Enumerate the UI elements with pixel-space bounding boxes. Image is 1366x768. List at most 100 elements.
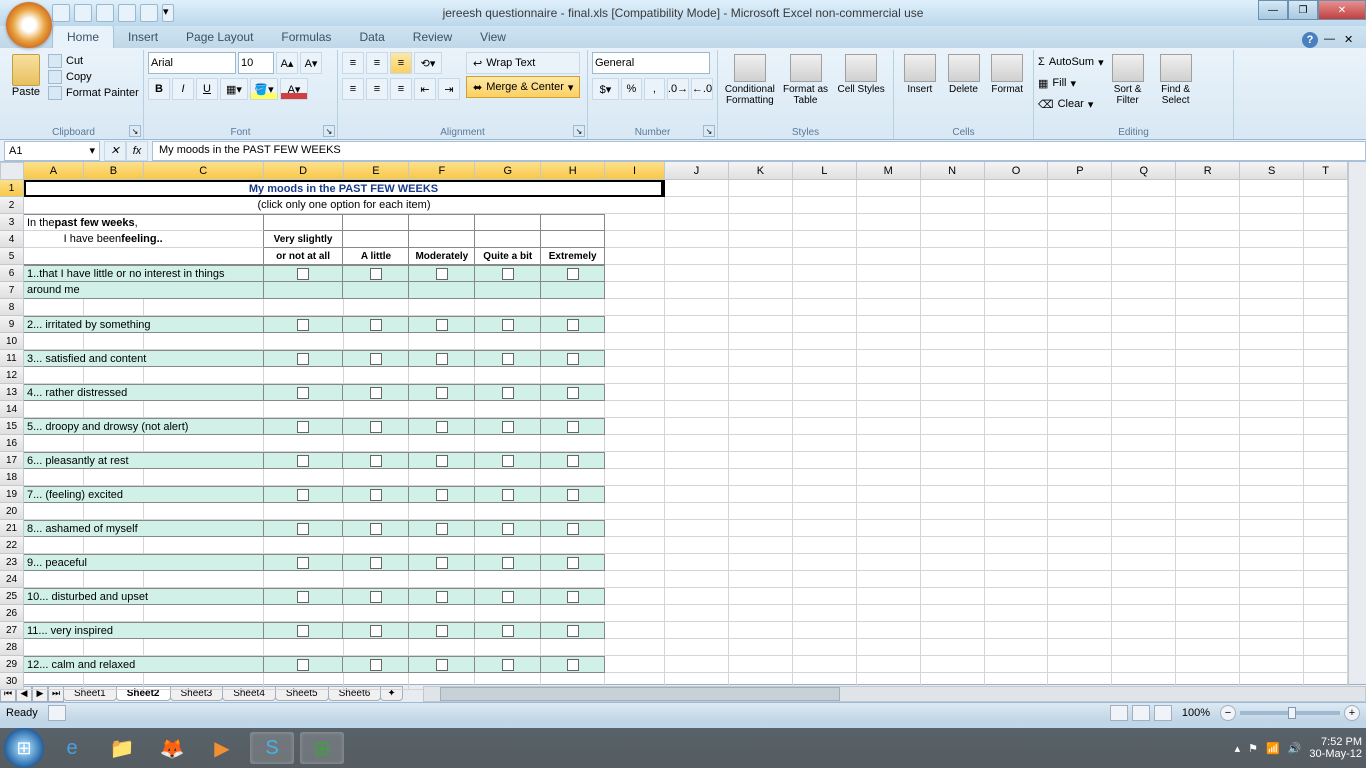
- sort-filter-button[interactable]: Sort & Filter: [1104, 52, 1152, 125]
- row-header[interactable]: 9: [0, 316, 24, 333]
- network-icon[interactable]: 📶: [1266, 742, 1280, 755]
- empty-cell[interactable]: [605, 435, 665, 452]
- zoom-slider[interactable]: [1240, 711, 1340, 715]
- option-cell[interactable]: [264, 265, 344, 282]
- empty-cell[interactable]: [1304, 248, 1348, 265]
- question-cell[interactable]: 4... rather distressed: [24, 384, 264, 401]
- format-painter-button[interactable]: Format Painter: [48, 86, 139, 100]
- empty-cell[interactable]: [793, 639, 857, 656]
- print-icon[interactable]: [118, 4, 136, 22]
- empty-cell[interactable]: [793, 588, 857, 605]
- empty-cell[interactable]: [921, 231, 985, 248]
- empty-cell[interactable]: [1048, 299, 1112, 316]
- empty-cell[interactable]: [475, 333, 541, 350]
- indent-inc-button[interactable]: ⇥: [438, 78, 460, 100]
- empty-cell[interactable]: [729, 554, 793, 571]
- empty-cell[interactable]: [921, 520, 985, 537]
- empty-cell[interactable]: [1304, 520, 1348, 537]
- empty-cell[interactable]: [729, 197, 793, 214]
- empty-cell[interactable]: [144, 673, 264, 690]
- column-header[interactable]: A: [24, 162, 84, 180]
- option-cell[interactable]: [264, 452, 344, 469]
- empty-cell[interactable]: [605, 299, 665, 316]
- empty-cell[interactable]: [857, 197, 921, 214]
- empty-cell[interactable]: [793, 571, 857, 588]
- empty-cell[interactable]: [857, 214, 921, 231]
- empty-cell[interactable]: [921, 367, 985, 384]
- empty-cell[interactable]: [1176, 248, 1240, 265]
- empty-cell[interactable]: [1048, 401, 1112, 418]
- option-cell[interactable]: [343, 282, 409, 299]
- percent-button[interactable]: %: [621, 78, 642, 100]
- empty-cell[interactable]: [1176, 639, 1240, 656]
- option-cell[interactable]: [409, 656, 475, 673]
- empty-cell[interactable]: [1240, 265, 1304, 282]
- header-cell[interactable]: Moderately: [409, 248, 475, 265]
- empty-cell[interactable]: [921, 248, 985, 265]
- clipboard-launcher-icon[interactable]: ↘: [129, 125, 141, 137]
- option-cell[interactable]: [475, 265, 541, 282]
- empty-cell[interactable]: [344, 435, 410, 452]
- empty-cell[interactable]: [857, 554, 921, 571]
- empty-cell[interactable]: [1176, 588, 1240, 605]
- empty-cell[interactable]: [921, 435, 985, 452]
- empty-cell[interactable]: [344, 639, 410, 656]
- help-icon[interactable]: ?: [1302, 32, 1318, 48]
- empty-cell[interactable]: [1304, 469, 1348, 486]
- option-cell[interactable]: [541, 520, 605, 537]
- empty-cell[interactable]: [985, 537, 1049, 554]
- checkbox[interactable]: [567, 319, 579, 331]
- empty-cell[interactable]: [793, 537, 857, 554]
- empty-cell[interactable]: [1112, 469, 1176, 486]
- option-cell[interactable]: [475, 554, 541, 571]
- empty-cell[interactable]: [1304, 486, 1348, 503]
- vertical-scrollbar[interactable]: [1348, 162, 1366, 684]
- empty-cell[interactable]: [1240, 452, 1304, 469]
- empty-cell[interactable]: [24, 571, 84, 588]
- empty-cell[interactable]: [985, 316, 1049, 333]
- empty-cell[interactable]: [475, 435, 541, 452]
- empty-cell[interactable]: [1112, 622, 1176, 639]
- intro-spacer[interactable]: [24, 248, 264, 265]
- empty-cell[interactable]: [665, 520, 729, 537]
- checkbox[interactable]: [370, 557, 382, 569]
- checkbox[interactable]: [370, 523, 382, 535]
- empty-cell[interactable]: [665, 265, 729, 282]
- checkbox[interactable]: [567, 625, 579, 637]
- empty-cell[interactable]: [1112, 605, 1176, 622]
- empty-cell[interactable]: [665, 571, 729, 588]
- empty-cell[interactable]: [1240, 605, 1304, 622]
- empty-cell[interactable]: [1048, 520, 1112, 537]
- empty-cell[interactable]: [793, 605, 857, 622]
- empty-cell[interactable]: [793, 316, 857, 333]
- empty-cell[interactable]: [1240, 248, 1304, 265]
- empty-cell[interactable]: [1240, 299, 1304, 316]
- row-header[interactable]: 3: [0, 214, 24, 231]
- empty-cell[interactable]: [1112, 486, 1176, 503]
- header-cell[interactable]: [343, 231, 409, 248]
- option-cell[interactable]: [264, 554, 344, 571]
- header-cell[interactable]: [541, 214, 605, 231]
- empty-cell[interactable]: [1240, 197, 1304, 214]
- empty-cell[interactable]: [409, 333, 475, 350]
- empty-cell[interactable]: [921, 214, 985, 231]
- option-cell[interactable]: [343, 350, 409, 367]
- empty-cell[interactable]: [1112, 503, 1176, 520]
- option-cell[interactable]: [409, 265, 475, 282]
- checkbox[interactable]: [370, 659, 382, 671]
- inc-decimal-button[interactable]: .0→: [667, 78, 689, 100]
- empty-cell[interactable]: [24, 537, 84, 554]
- bold-button[interactable]: B: [148, 78, 170, 100]
- option-cell[interactable]: [475, 486, 541, 503]
- header-cell[interactable]: [541, 231, 605, 248]
- option-cell[interactable]: [475, 520, 541, 537]
- empty-cell[interactable]: [1176, 656, 1240, 673]
- empty-cell[interactable]: [921, 197, 985, 214]
- empty-cell[interactable]: [144, 299, 264, 316]
- empty-cell[interactable]: [921, 333, 985, 350]
- empty-cell[interactable]: [793, 197, 857, 214]
- empty-cell[interactable]: [409, 605, 475, 622]
- checkbox[interactable]: [436, 659, 448, 671]
- fill-button[interactable]: ▦Fill▾: [1038, 73, 1104, 93]
- empty-cell[interactable]: [84, 537, 144, 554]
